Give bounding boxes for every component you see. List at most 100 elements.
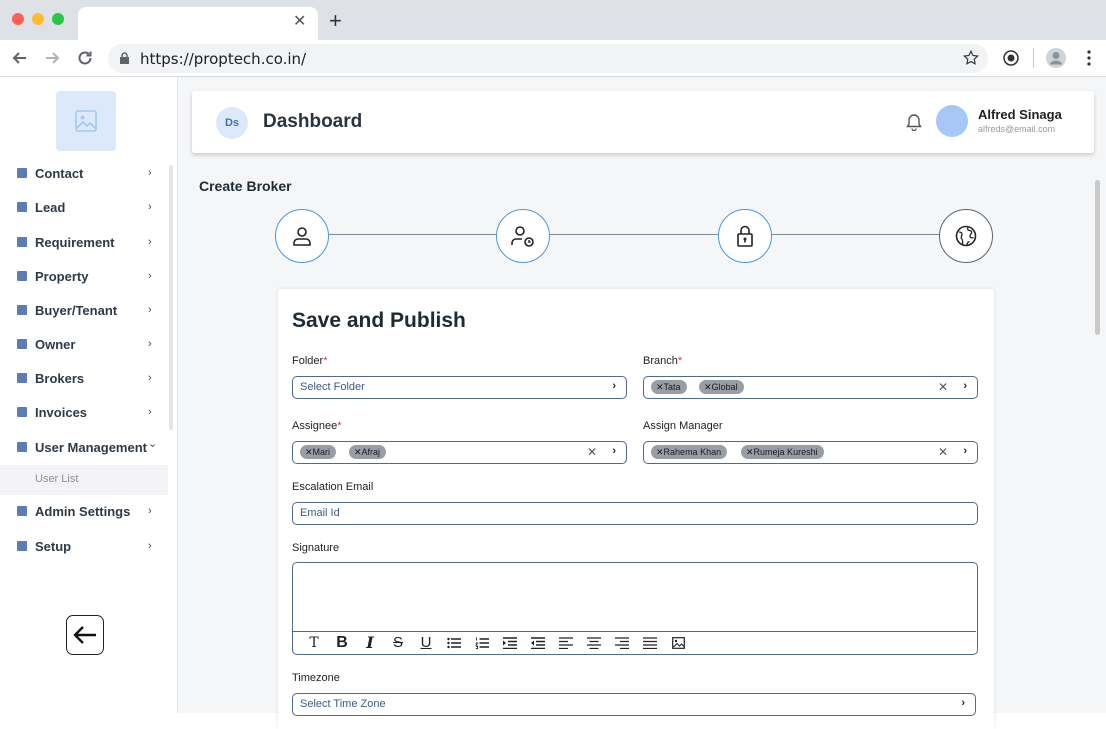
bold-icon[interactable]: B (328, 633, 356, 653)
sidebar-item-user-management[interactable]: User Management ⌄ (0, 433, 168, 461)
sidebar-item-setup[interactable]: Setup › (0, 532, 168, 560)
timezone-label: Timezone (292, 672, 340, 684)
align-justify-icon[interactable] (636, 633, 664, 653)
chip-remove-icon[interactable]: ✕ (704, 382, 712, 392)
align-right-icon[interactable] (608, 633, 636, 653)
minimize-window-icon[interactable] (32, 13, 44, 25)
sidebar-item-buyer-tenant[interactable]: Buyer/Tenant › (0, 296, 168, 324)
browser-tab[interactable] (78, 7, 318, 40)
sidebar-item-requirement[interactable]: Requirement › (0, 228, 168, 256)
sidebar-item-label: Requirement (35, 234, 115, 250)
chip-remove-icon[interactable]: ✕ (305, 447, 313, 457)
arrow-left-icon (73, 626, 96, 644)
chip-remove-icon[interactable]: ✕ (656, 447, 664, 457)
step-publish[interactable] (939, 209, 993, 263)
menu-icon[interactable] (1077, 46, 1101, 70)
clear-icon[interactable]: ✕ (938, 445, 948, 459)
escalation-email-label: Escalation Email (292, 481, 374, 493)
sidebar-subitem-user-list[interactable]: User List (0, 465, 168, 495)
assign-manager-select[interactable]: ✕Rahema Khan ✕Rumeja Kureshi ✕ › (643, 441, 978, 464)
back-icon[interactable] (8, 46, 32, 70)
folder-label: Folder* (292, 355, 328, 367)
main-content: Ds Dashboard Alfred Sinaga alfreds@email… (178, 77, 1106, 729)
forward-icon[interactable] (40, 46, 64, 70)
branch-chip[interactable]: ✕Global (699, 380, 744, 394)
chevron-right-icon: › (148, 406, 152, 418)
main-scrollbar[interactable] (1095, 180, 1100, 335)
assignee-select[interactable]: ✕Mari ✕Afraj ✕ › (292, 441, 627, 464)
sidebar-item-owner[interactable]: Owner › (0, 330, 168, 358)
chip-remove-icon[interactable]: ✕ (354, 447, 362, 457)
insert-image-icon[interactable] (664, 633, 692, 653)
collapse-sidebar-button[interactable] (66, 615, 104, 655)
signature-editor[interactable]: T B I S U (292, 562, 978, 655)
sidebar-item-brokers[interactable]: Brokers › (0, 364, 168, 392)
assignee-chip[interactable]: ✕Mari (300, 445, 337, 459)
sidebar-scrollbar[interactable] (169, 165, 173, 430)
sidebar-item-contact[interactable]: Contact › (0, 159, 168, 187)
email-placeholder: Email Id (300, 507, 340, 519)
new-tab-icon[interactable]: + (329, 9, 342, 33)
maximize-window-icon[interactable] (52, 13, 64, 25)
numbered-list-icon[interactable] (468, 633, 496, 653)
folder-placeholder: Select Folder (300, 381, 365, 393)
branch-select[interactable]: ✕Tata ✕Global ✕ › (643, 376, 978, 399)
star-icon[interactable] (962, 49, 980, 72)
stepper-connector (550, 234, 718, 235)
card-title: Save and Publish (292, 309, 466, 332)
assignee-label: Assignee* (292, 420, 342, 432)
buyer-tenant-icon (17, 305, 27, 315)
sidebar-item-lead[interactable]: Lead › (0, 193, 168, 221)
tab-close-icon[interactable]: ✕ (293, 12, 306, 32)
manager-chip[interactable]: ✕Rumeja Kureshi (741, 445, 824, 459)
strikethrough-icon[interactable]: S (384, 633, 412, 653)
chevron-right-icon: › (963, 445, 967, 457)
step-user-info[interactable] (496, 209, 550, 263)
italic-icon[interactable]: I (356, 633, 384, 653)
bell-icon[interactable] (906, 113, 922, 136)
folder-select[interactable]: Select Folder › (292, 376, 627, 399)
chip-remove-icon[interactable]: ✕ (746, 447, 754, 457)
property-icon (17, 271, 27, 281)
align-center-icon[interactable] (580, 633, 608, 653)
chip-remove-icon[interactable]: ✕ (656, 382, 664, 392)
outdent-icon[interactable] (524, 633, 552, 653)
stepper-connector (772, 234, 940, 235)
text-style-icon[interactable]: T (300, 633, 328, 653)
avatar[interactable] (936, 105, 968, 137)
extension-icon[interactable] (999, 46, 1023, 70)
align-left-icon[interactable] (552, 633, 580, 653)
clear-icon[interactable]: ✕ (938, 380, 948, 394)
step-security[interactable] (718, 209, 772, 263)
user-clock-icon (511, 226, 534, 247)
clear-icon[interactable]: ✕ (587, 445, 597, 459)
sidebar-item-label: Contact (35, 165, 84, 181)
sidebar-item-property[interactable]: Property › (0, 262, 168, 290)
address-bar[interactable]: https://proptech.co.in/ (108, 44, 988, 73)
form-card: Save and Publish Folder* Select Folder ›… (278, 289, 994, 729)
sidebar-item-invoices[interactable]: Invoices › (0, 398, 168, 426)
lock-icon (119, 52, 130, 70)
manager-chip[interactable]: ✕Rahema Khan (651, 445, 728, 459)
brokers-icon (17, 373, 27, 383)
profile-icon[interactable] (1044, 46, 1068, 70)
sidebar-item-label: Lead (35, 199, 66, 215)
underline-icon[interactable]: U (412, 633, 440, 653)
close-window-icon[interactable] (12, 13, 24, 25)
top-header: Ds Dashboard Alfred Sinaga alfreds@email… (192, 91, 1094, 153)
chevron-right-icon: › (963, 380, 967, 392)
sidebar-item-admin-settings[interactable]: Admin Settings › (0, 497, 168, 525)
sidebar-item-label: User Management (35, 439, 147, 455)
assign-manager-label: Assign Manager (643, 420, 723, 432)
signature-label: Signature (292, 542, 340, 554)
step-profile[interactable] (275, 209, 329, 263)
escalation-email-input[interactable]: Email Id (292, 502, 978, 525)
sidebar: Contact › Lead › Requirement › Property … (0, 77, 168, 713)
assignee-chip[interactable]: ✕Afraj (349, 445, 387, 459)
branch-chip[interactable]: ✕Tata (651, 380, 687, 394)
indent-icon[interactable] (496, 633, 524, 653)
logo-image-icon (56, 91, 116, 151)
sidebar-item-label: Brokers (35, 370, 85, 386)
reload-icon[interactable] (73, 46, 97, 70)
bullet-list-icon[interactable] (440, 633, 468, 653)
